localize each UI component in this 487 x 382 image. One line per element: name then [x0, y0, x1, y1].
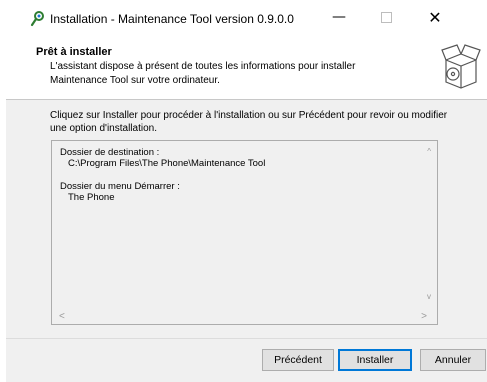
maximize-button[interactable]	[363, 0, 409, 34]
qt-installer-icon	[30, 11, 44, 27]
start-menu-label: Dossier du menu Démarrer :	[60, 181, 180, 192]
cancel-button[interactable]: Annuler	[420, 349, 486, 371]
wizard-footer: Précédent Installer Annuler	[6, 339, 487, 382]
scroll-down-arrow-icon[interactable]: v	[427, 292, 431, 301]
scroll-up-arrow-icon[interactable]: ^	[427, 147, 431, 156]
previous-button[interactable]: Précédent	[262, 349, 334, 371]
maximize-icon	[380, 11, 392, 23]
close-icon: ✕	[428, 7, 442, 27]
page-subtitle: L'assistant dispose à présent de toutes …	[50, 61, 356, 86]
scroll-left-arrow-icon[interactable]: <	[59, 311, 65, 322]
minimize-icon: —	[332, 9, 346, 25]
window-title: Installation - Maintenance Tool version …	[50, 12, 294, 26]
wizard-content: Cliquez sur Installer pour procéder à l'…	[6, 100, 487, 338]
installer-window: Installation - Maintenance Tool version …	[6, 0, 487, 382]
close-button[interactable]: ✕	[412, 0, 458, 34]
destination-value: C:\Program Files\The Phone\Maintenance T…	[68, 158, 266, 169]
instruction-text: Cliquez sur Installer pour procéder à l'…	[50, 110, 448, 134]
install-button[interactable]: Installer	[338, 349, 412, 371]
install-summary-box[interactable]: Dossier de destination : C:\Program File…	[51, 140, 438, 325]
page-title: Prêt à installer	[36, 46, 112, 58]
destination-label: Dossier de destination :	[60, 147, 160, 158]
scroll-right-arrow-icon[interactable]: >	[421, 311, 427, 322]
title-bar[interactable]: Installation - Maintenance Tool version …	[6, 0, 487, 38]
wizard-header: Prêt à installer L'assistant dispose à p…	[6, 38, 487, 98]
installer-box-icon	[441, 44, 481, 89]
minimize-button[interactable]: —	[316, 0, 362, 34]
summary-text: Dossier de destination : C:\Program File…	[60, 147, 265, 203]
start-menu-value: The Phone	[68, 192, 115, 203]
